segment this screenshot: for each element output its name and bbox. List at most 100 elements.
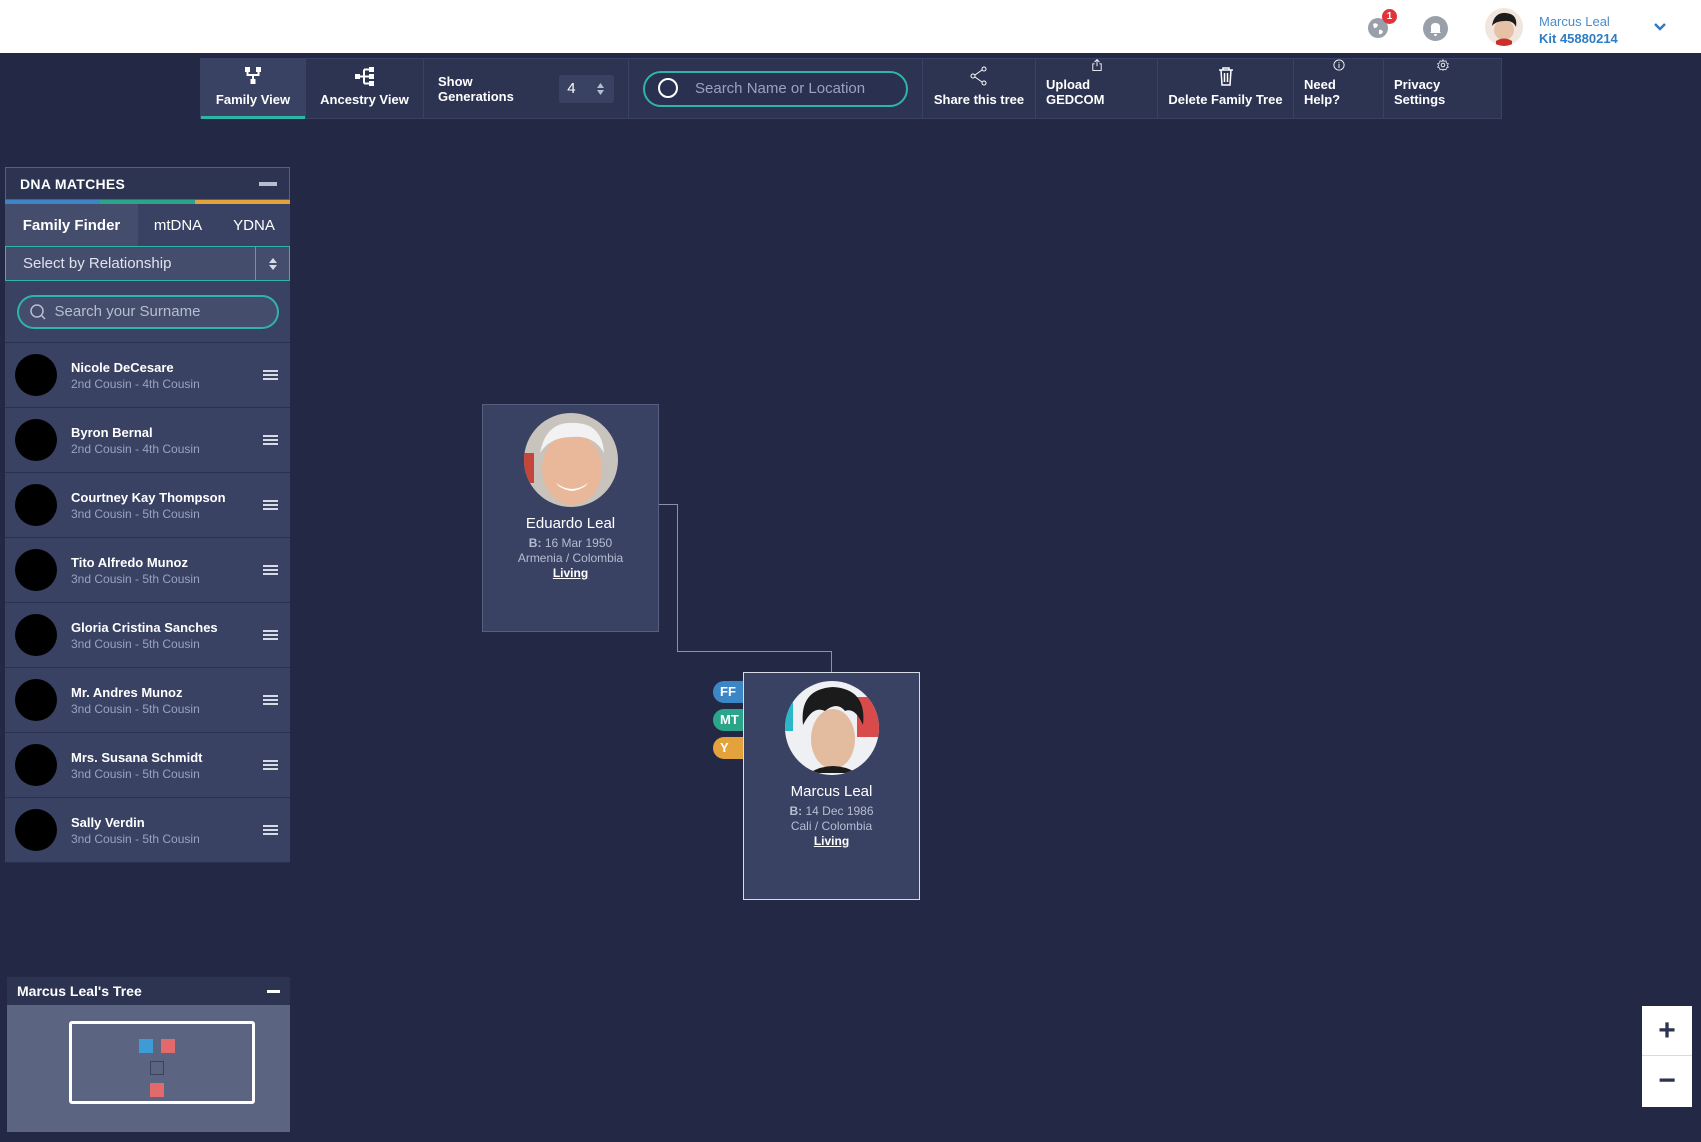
help-button[interactable]: Need Help? [1294, 59, 1384, 118]
search-icon [29, 303, 46, 320]
match-avatar [15, 744, 57, 786]
ancestry-view-tab[interactable]: Ancestry View [306, 59, 424, 118]
person-status-link[interactable]: Living [483, 566, 658, 580]
trash-icon [1218, 67, 1233, 86]
match-name: Nicole DeCesare [71, 359, 174, 375]
upload-label: Upload GEDCOM [1046, 77, 1105, 107]
match-name: Gloria Cristina Sanches [71, 619, 218, 635]
show-generations: Show Generations 4 [424, 59, 629, 118]
mini-node-empty [150, 1061, 164, 1075]
match-avatar [15, 549, 57, 591]
birth-date: 16 Mar 1950 [544, 536, 613, 550]
match-relation: 3nd Cousin - 5th Cousin [71, 571, 200, 586]
zoom-controls: + − [1642, 1006, 1692, 1107]
zoom-in-button[interactable]: + [1642, 1006, 1692, 1056]
person-birth: B: 14 Dec 1986 [744, 804, 919, 818]
drag-handle-icon[interactable] [263, 500, 278, 511]
relationship-select-value: Select by Relationship [23, 255, 172, 272]
person-card-self[interactable]: Marcus Leal B: 14 Dec 1986 Cali / Colomb… [743, 672, 920, 900]
dna-matches-header: DNA MATCHES [5, 167, 290, 200]
person-place: Armenia / Colombia [517, 551, 624, 565]
match-item[interactable]: Courtney Kay Thompson 3nd Cousin - 5th Co… [5, 473, 290, 538]
delete-label: Delete Family Tree [1168, 92, 1283, 107]
kit-number[interactable]: Kit 45880214 [1539, 31, 1618, 46]
drag-handle-icon[interactable] [263, 760, 278, 771]
match-item[interactable]: Byron Bernal 2nd Cousin - 4th Cousin [5, 408, 290, 473]
tab-family-finder[interactable]: Family Finder [5, 204, 138, 246]
privacy-settings-button[interactable]: Privacy Settings [1384, 59, 1501, 118]
match-item[interactable]: Mr. Andres Munoz 3nd Cousin - 5th Cousin [5, 668, 290, 733]
privacy-label: Privacy Settings [1394, 77, 1446, 107]
share-tree-button[interactable]: Share this tree [923, 59, 1036, 118]
info-icon [1332, 59, 1345, 71]
upload-gedcom-button[interactable]: Upload GEDCOM [1036, 59, 1158, 118]
relationship-select[interactable]: Select by Relationship [5, 246, 290, 281]
match-avatar [15, 679, 57, 721]
surname-search-input[interactable]: Search your Surname [16, 294, 279, 329]
person-photo [784, 681, 879, 775]
stepper-arrows-icon[interactable] [596, 82, 605, 96]
tree-connector [677, 504, 678, 652]
match-item[interactable]: Nicole DeCesare 2nd Cousin - 4th Cousin [5, 343, 290, 408]
y-tag[interactable]: Y [713, 737, 745, 759]
mini-tree-panel: Marcus Leal's Tree [7, 977, 290, 1132]
tree-toolbar: Family View Ancestry View Show Generatio… [200, 58, 1502, 119]
birth-label: B: [528, 536, 542, 550]
tab-mtdna[interactable]: mtDNA [138, 204, 218, 246]
select-arrows-icon[interactable] [255, 247, 289, 280]
mini-node-female [150, 1083, 164, 1097]
chevron-down-icon[interactable] [1653, 22, 1667, 32]
ancestry-view-icon [354, 67, 374, 86]
drag-handle-icon[interactable] [263, 630, 278, 641]
share-icon [970, 66, 987, 86]
drag-handle-icon[interactable] [263, 565, 278, 576]
help-label: Need Help? [1304, 77, 1341, 107]
drag-handle-icon[interactable] [263, 825, 278, 836]
show-generations-label: Show Generations [438, 73, 514, 104]
user-avatar[interactable] [1485, 8, 1523, 46]
dna-tabs: Family Finder mtDNA YDNA [5, 204, 290, 246]
notification-badge: 1 [1382, 9, 1397, 24]
dna-matches-panel: DNA MATCHES Family Finder mtDNA YDNA Sel… [5, 167, 290, 863]
upload-icon [1091, 59, 1102, 71]
drag-handle-icon[interactable] [263, 435, 278, 446]
tree-search-placeholder: Search Name or Location [695, 80, 866, 97]
person-place: Cali / Colombia [790, 819, 873, 833]
person-photo [523, 413, 618, 507]
drag-handle-icon[interactable] [263, 370, 278, 381]
share-label: Share this tree [933, 92, 1025, 107]
delete-tree-button[interactable]: Delete Family Tree [1158, 59, 1294, 118]
drag-handle-icon[interactable] [263, 695, 278, 706]
match-item[interactable]: Tito Alfredo Munoz 3nd Cousin - 5th Cousi… [5, 538, 290, 603]
match-item[interactable]: Gloria Cristina Sanches 3nd Cousin - 5th … [5, 603, 290, 668]
user-name[interactable]: Marcus Leal [1539, 14, 1610, 29]
match-item[interactable]: Mrs. Susana Schmidt 3nd Cousin - 5th Cous… [5, 733, 290, 798]
tree-search-input[interactable]: Search Name or Location [643, 70, 908, 107]
zoom-out-button[interactable]: − [1642, 1056, 1692, 1106]
top-bar: 1 Marcus Leal Kit 45880214 [0, 0, 1701, 53]
match-avatar [15, 419, 57, 461]
mini-node-male [139, 1039, 153, 1053]
tab-ydna[interactable]: YDNA [218, 204, 290, 246]
mt-tag[interactable]: MT [713, 709, 745, 731]
person-name: Marcus Leal [790, 783, 873, 800]
tree-search: Search Name or Location [629, 59, 923, 118]
tree-connector [831, 651, 832, 673]
bell-icon[interactable] [1423, 16, 1448, 41]
minimize-icon[interactable] [259, 181, 277, 186]
person-status-link[interactable]: Living [744, 834, 919, 848]
person-card-father[interactable]: Eduardo Leal B: 16 Mar 1950 Armenia / Co… [482, 404, 659, 632]
match-avatar [15, 354, 57, 396]
birth-date: 14 Dec 1986 [805, 804, 874, 818]
match-name: Sally Verdin [71, 814, 145, 830]
family-view-tab[interactable]: Family View [201, 59, 306, 119]
ff-tag[interactable]: FF [713, 681, 745, 703]
minimize-icon[interactable] [267, 989, 280, 993]
mini-node-female [161, 1039, 175, 1053]
match-relation: 3nd Cousin - 5th Cousin [71, 766, 200, 781]
generations-value: 4 [567, 80, 576, 97]
match-item[interactable]: Sally Verdin 3nd Cousin - 5th Cousin [5, 798, 290, 863]
surname-search-placeholder: Search your Surname [54, 303, 201, 320]
match-relation: 3nd Cousin - 5th Cousin [71, 506, 200, 521]
generations-stepper[interactable]: 4 [559, 74, 614, 103]
